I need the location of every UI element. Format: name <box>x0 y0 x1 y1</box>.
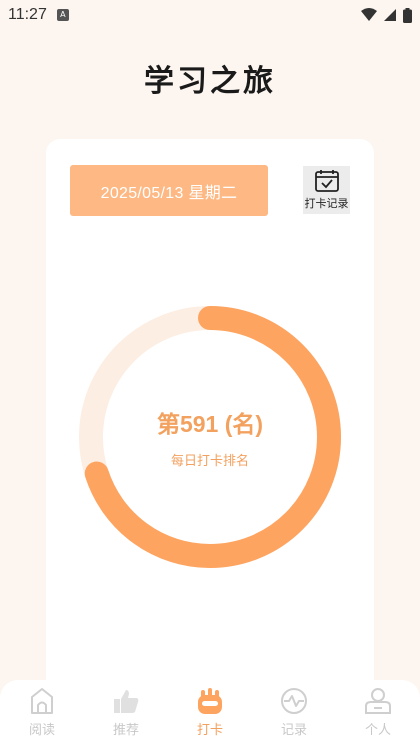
tab-records[interactable]: 记录 <box>264 686 324 738</box>
battery-icon <box>403 7 412 23</box>
tab-label: 打卡 <box>196 723 223 738</box>
paw-icon <box>198 688 222 714</box>
status-indicators <box>361 7 412 23</box>
tab-read[interactable]: 阅读 <box>12 686 72 738</box>
checkin-record-button[interactable]: 打卡记录 <box>303 166 350 214</box>
tab-label: 推荐 <box>112 723 139 738</box>
tab-checkin[interactable]: 打卡 <box>180 686 240 738</box>
rank-subtitle: 每日打卡排名 <box>170 454 249 469</box>
status-time: 11:27 <box>8 6 47 23</box>
wifi-icon <box>361 8 377 21</box>
tab-label: 记录 <box>280 723 307 738</box>
house-icon <box>31 688 53 714</box>
tab-label: 阅读 <box>28 723 55 738</box>
date-display: 2025/05/13 星期二 <box>70 165 268 216</box>
rank-value: 第591 (名) <box>156 411 264 437</box>
pulse-icon <box>281 688 307 714</box>
tab-label: 个人 <box>364 723 391 738</box>
checkin-record-label: 打卡记录 <box>304 197 349 210</box>
page-title: 学习之旅 <box>144 64 276 99</box>
tab-profile[interactable]: 个人 <box>348 686 408 738</box>
person-icon <box>365 688 391 714</box>
calendar-check-icon <box>314 170 339 192</box>
bottom-tab-bar: 阅读 推荐 打卡 记录 个人 <box>0 680 420 747</box>
status-bar: 11:27 A <box>0 0 420 30</box>
app-notification-icon: A <box>56 9 69 21</box>
thumbs-up-icon <box>114 690 139 713</box>
tab-recommend[interactable]: 推荐 <box>96 686 156 738</box>
signal-icon <box>384 9 396 21</box>
